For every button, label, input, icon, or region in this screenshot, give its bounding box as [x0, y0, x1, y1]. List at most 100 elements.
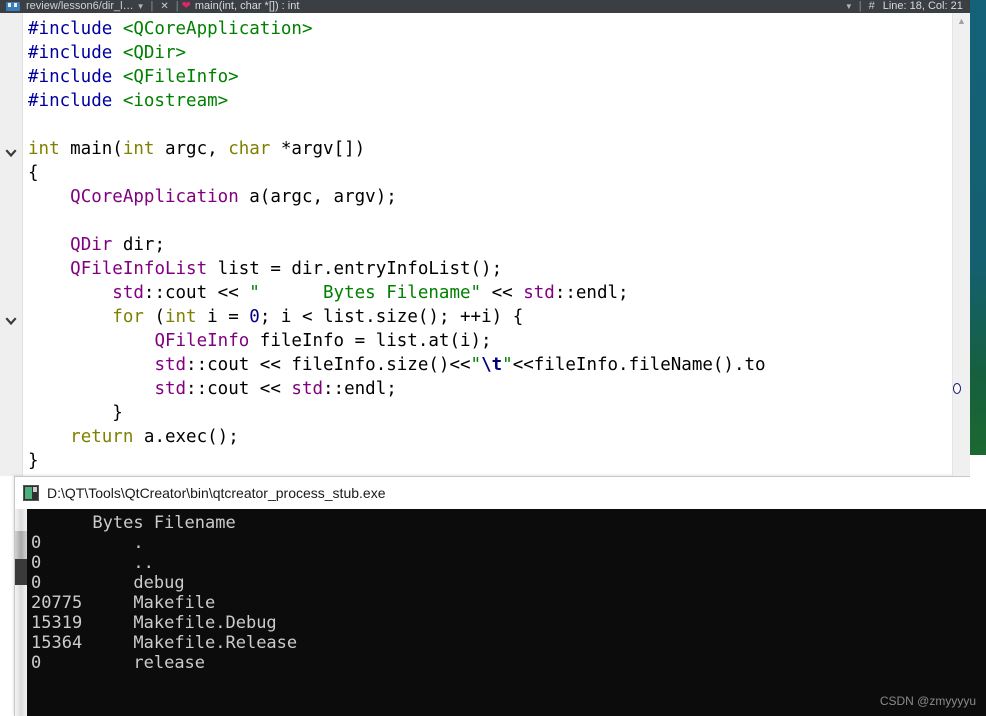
file-path-label[interactable]: review/lesson6/dir_l… — [26, 0, 134, 13]
console-row-separator — [41, 653, 133, 673]
console-header-line: Bytes Filename — [31, 513, 236, 533]
console-row-filename: Makefile.Debug — [133, 613, 277, 633]
console-row-filename: .. — [133, 553, 154, 573]
close-icon[interactable]: ✕ — [156, 0, 172, 13]
code-token: int — [28, 139, 60, 159]
console-vertical-scrollbar[interactable] — [15, 509, 27, 716]
console-row-bytes: 0 — [31, 533, 42, 553]
code-token: <QFileInfo> — [122, 67, 239, 87]
code-token: } — [28, 451, 39, 471]
symbol-selector-label[interactable]: main(int, char *[]) : int — [195, 0, 300, 13]
toolbar-divider-3: | — [858, 0, 862, 12]
code-editor[interactable]: #include <QCoreApplication> #include <QDi… — [0, 13, 986, 476]
qt-creator-logo-icon — [4, 1, 22, 12]
console-row: 0 release — [27, 653, 986, 673]
console-window[interactable]: D:\QT\Tools\QtCreator\bin\qtcreator_proc… — [14, 476, 986, 716]
code-line: int main(int argc, char *argv[]) — [23, 137, 963, 161]
console-row-separator — [41, 573, 133, 593]
code-token: main( — [59, 139, 123, 159]
console-title-label: D:\QT\Tools\QtCreator\bin\qtcreator_proc… — [47, 485, 386, 501]
code-line: return a.exec(); — [23, 425, 963, 449]
console-row-filename: debug — [133, 573, 185, 593]
line-column-hash-icon: # — [868, 0, 875, 12]
code-token: std — [291, 379, 324, 399]
toolbar-divider-2: | — [175, 0, 179, 12]
code-token: std — [154, 355, 187, 375]
editor-scrollbar-thumb[interactable] — [954, 31, 969, 331]
chevron-down-icon-file[interactable]: ▼ — [134, 0, 148, 13]
code-token: { — [28, 163, 39, 183]
console-title-bar[interactable]: D:\QT\Tools\QtCreator\bin\qtcreator_proc… — [15, 477, 986, 509]
console-row-filename: . — [133, 533, 144, 553]
code-token: } — [28, 403, 123, 423]
code-line: QDir dir; — [23, 233, 963, 257]
chevron-up-icon[interactable]: ▲ — [953, 13, 970, 30]
console-row: 15319 Makefile.Debug — [27, 613, 986, 633]
code-token: ::cout << fileInfo.size()<< — [186, 355, 471, 375]
code-token: #include — [28, 67, 123, 87]
console-row-bytes: 0 — [31, 553, 42, 573]
code-token: <<fileInfo.fileName().to — [512, 355, 766, 375]
code-text-area[interactable]: #include <QCoreApplication> #include <QDi… — [23, 13, 963, 476]
desktop-background-strip — [970, 0, 986, 480]
code-token: i = — [196, 307, 250, 327]
code-token: *argv[]) — [270, 139, 366, 159]
scrollbar-marker-icon — [953, 383, 961, 394]
code-line: #include <iostream> — [23, 89, 963, 113]
code-token: argc, — [154, 139, 229, 159]
code-token: QCoreApplication — [70, 187, 239, 207]
code-token: 0 — [249, 307, 260, 327]
editor-vertical-scrollbar[interactable]: ▲ — [952, 13, 970, 476]
code-token: <iostream> — [122, 91, 229, 111]
code-token: " — [502, 355, 513, 375]
fold-marker-for[interactable] — [4, 314, 18, 328]
console-app-icon — [23, 485, 39, 501]
console-row-separator — [41, 533, 133, 553]
fold-marker-main[interactable] — [4, 146, 18, 160]
code-token: a.exec(); — [133, 427, 239, 447]
console-row: 15364 Makefile.Release — [27, 633, 986, 653]
console-row: 0 . — [27, 533, 986, 553]
console-row-bytes: 0 — [31, 573, 42, 593]
console-row-separator — [41, 553, 133, 573]
console-row-bytes: 15364 — [31, 633, 83, 653]
code-token: " — [470, 355, 482, 375]
desktop-background-strip-gap — [970, 455, 986, 480]
console-scrollbar-track-dark[interactable] — [15, 559, 27, 585]
code-token: <QCoreApplication> — [122, 19, 313, 39]
console-row: 20775 Makefile — [27, 593, 986, 613]
code-token: list = dir.entryInfoList(); — [207, 259, 503, 279]
editor-fold-gutter[interactable] — [0, 13, 23, 476]
bookmark-icon[interactable]: ❤ — [182, 0, 195, 13]
code-token: ; i < list.size(); ++i) { — [259, 307, 524, 327]
console-row-separator — [82, 633, 133, 653]
code-token: " Bytes Filename" — [249, 283, 482, 303]
cursor-position-label: Line: 18, Col: 21 — [882, 0, 963, 12]
code-line: std::cout << std::endl; — [23, 377, 963, 401]
console-scrollbar-thumb[interactable] — [15, 531, 27, 559]
console-text-lines: Bytes Filename 0 .0 .. 0 debug 20775 Makefi… — [27, 509, 986, 673]
code-token: QDir — [70, 235, 113, 255]
code-token: #include — [28, 91, 123, 111]
console-row-filename: Makefile — [133, 593, 216, 613]
code-token: int — [164, 307, 197, 327]
code-token: ::cout << — [186, 379, 292, 399]
toolbar-divider-1: | — [150, 0, 154, 12]
console-output-area[interactable]: Bytes Filename 0 .0 .. 0 debug 20775 Makefi… — [15, 509, 986, 716]
code-token: std — [523, 283, 555, 303]
console-row-separator — [82, 613, 133, 633]
console-row: 0 debug — [27, 573, 986, 593]
code-line: } — [23, 401, 963, 425]
chevron-down-icon-symbol[interactable]: ▼ — [842, 0, 856, 13]
code-token: char — [228, 139, 271, 159]
code-token: QFileInfoList — [70, 259, 208, 279]
